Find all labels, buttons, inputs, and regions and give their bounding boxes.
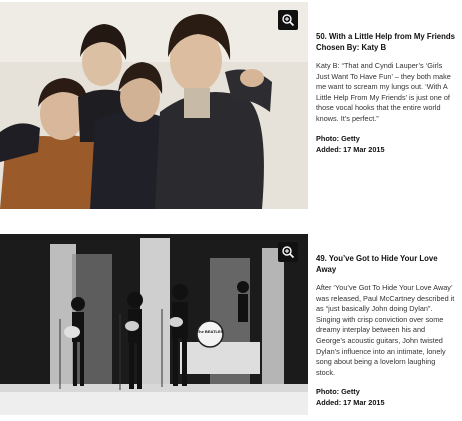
entry-title[interactable]: 49. You’ve Got to Hide Your Love Away	[316, 253, 456, 275]
zoom-in-icon	[282, 246, 295, 259]
chosen-by: Chosen By: Katy B	[316, 43, 387, 52]
zoom-in-icon	[282, 14, 295, 27]
entry-title[interactable]: 50. With a Little Help from My Friends C…	[316, 31, 456, 53]
drum-logo: The BEATLES	[197, 329, 224, 334]
zoom-button[interactable]	[278, 242, 298, 262]
rank-title: 49. You’ve Got to Hide Your Love Away	[316, 254, 438, 274]
added-date: Added: 17 Mar 2015	[316, 398, 385, 408]
photo-credit: Photo: Getty	[316, 387, 360, 397]
band-photo[interactable]	[0, 2, 308, 209]
photo-illustration: The BEATLES	[0, 234, 308, 415]
rank-title: 50. With a Little Help from My Friends	[316, 32, 455, 41]
photo-credit: Photo: Getty	[316, 133, 360, 143]
entry-description: After ‘You’ve Got To Hide Your Love Away…	[316, 283, 455, 377]
entry-description: Katy B: “That and Cyndi Lauper’s ‘Girls …	[316, 61, 451, 123]
list-entry: The BEATLES 49. You’ve Got to Hide Your …	[0, 232, 462, 421]
band-photo[interactable]: The BEATLES	[0, 234, 308, 415]
zoom-button[interactable]	[278, 10, 298, 30]
added-date: Added: 17 Mar 2015	[316, 144, 385, 154]
entry-info: 49. You’ve Got to Hide Your Love Away Af…	[316, 253, 456, 408]
list-entry: 50. With a Little Help from My Friends C…	[0, 0, 462, 214]
photo-illustration	[0, 2, 308, 209]
entry-info: 50. With a Little Help from My Friends C…	[316, 31, 456, 155]
